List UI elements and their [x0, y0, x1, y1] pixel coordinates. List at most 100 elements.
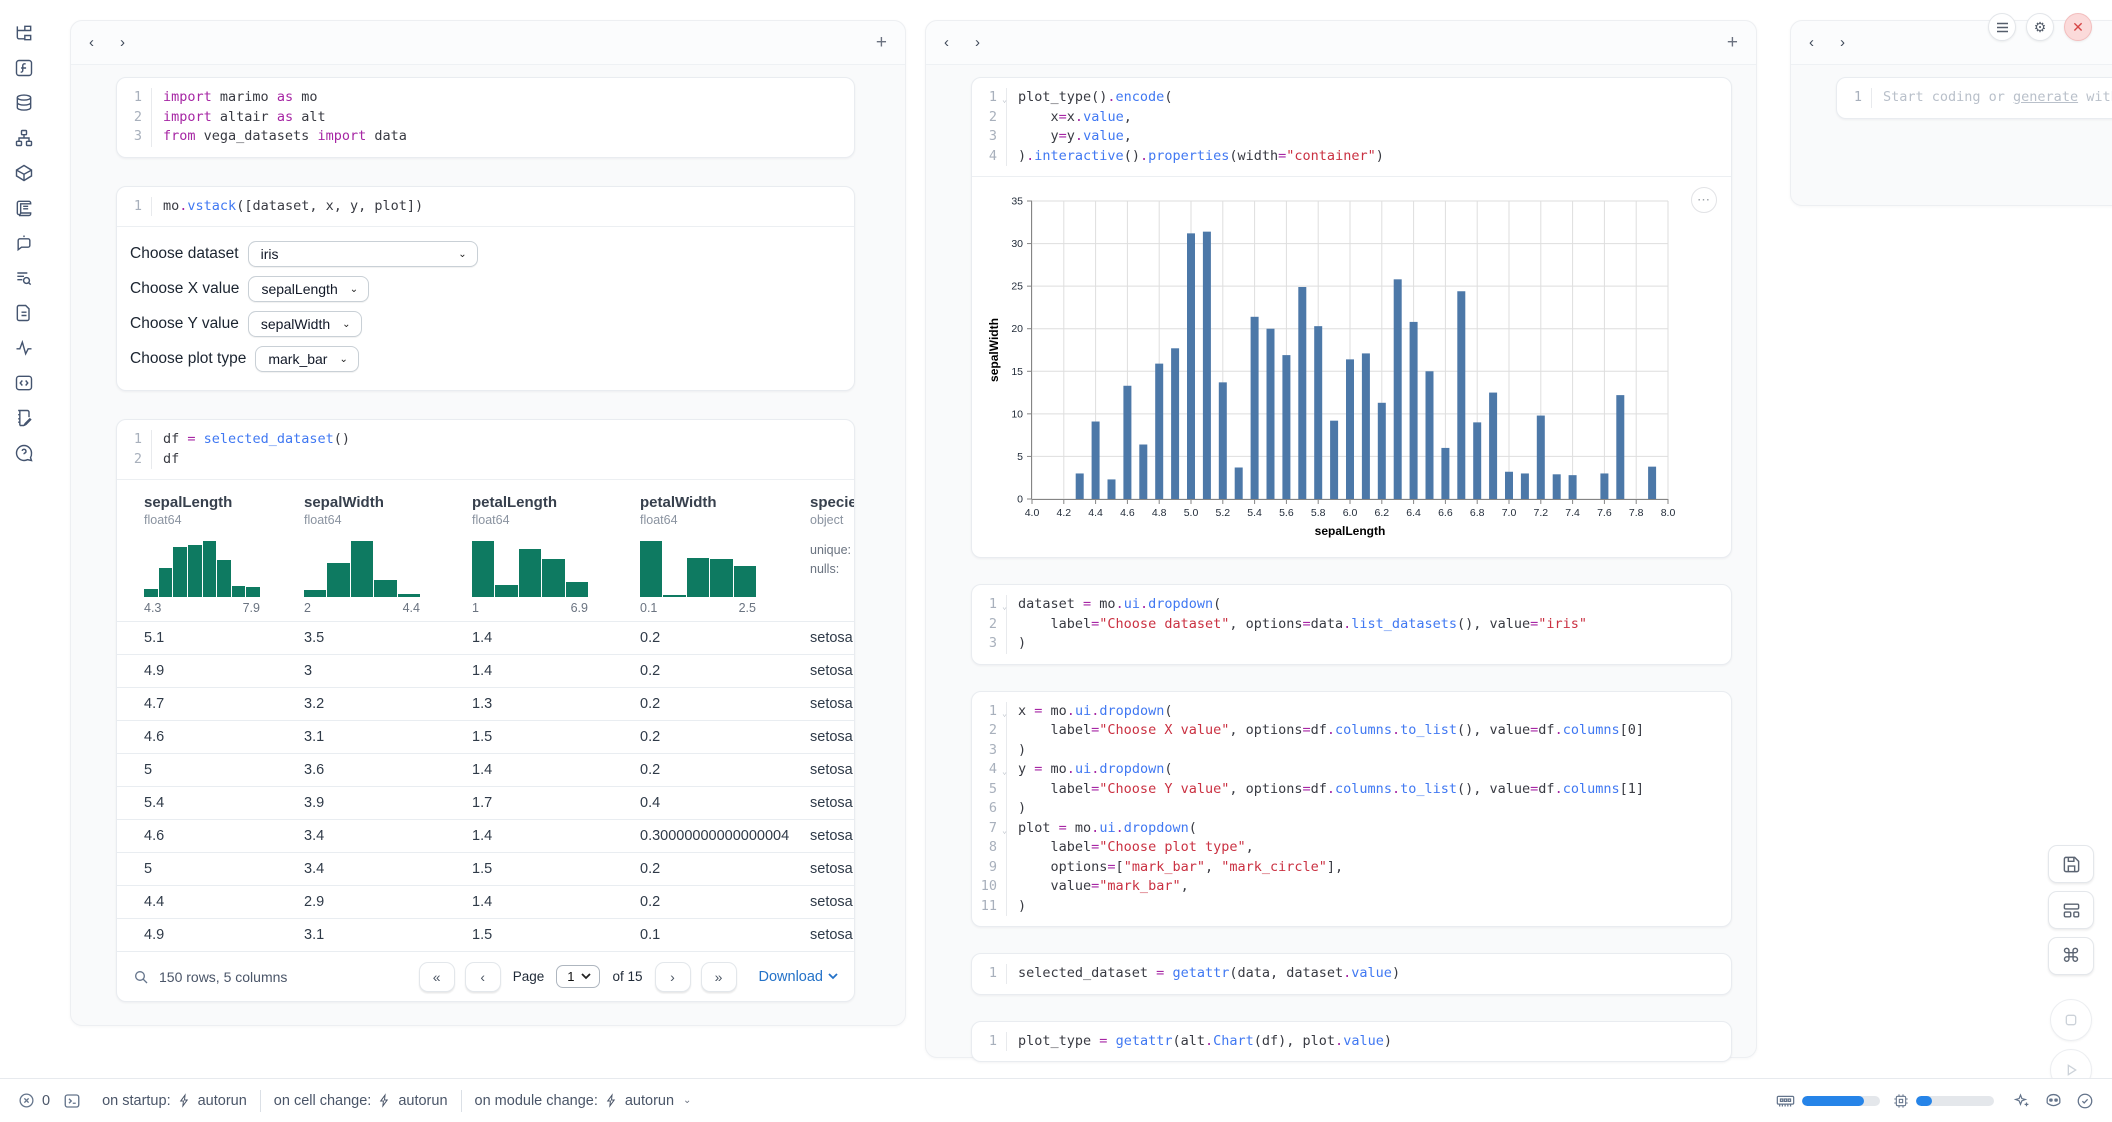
code-line[interactable]: 3) [972, 741, 1717, 761]
column-next-button[interactable]: › [1840, 35, 1845, 50]
code-line[interactable]: 8 label="Choose plot type", [972, 838, 1717, 858]
table-row[interactable]: 4.931.40.2setosa [117, 654, 854, 687]
logs-search-icon[interactable] [13, 267, 35, 289]
table-row[interactable]: 5.13.51.40.2setosa [117, 621, 854, 654]
column-header[interactable]: sepalLengthfloat644.37.9 [144, 494, 304, 615]
code-line[interactable]: 10 value="mark_bar", [972, 877, 1717, 897]
code-editor[interactable]: 1import marimo as mo2import altair as al… [117, 78, 854, 157]
code-editor[interactable]: 1selected_dataset = getattr(data, datase… [972, 954, 1731, 994]
dropdown-select[interactable]: mark_bar⌄ [255, 346, 359, 372]
table-row[interactable]: 53.41.50.2setosa [117, 852, 854, 885]
snippets-icon[interactable] [13, 372, 35, 394]
code-editor[interactable]: 1mo.vstack([dataset, x, y, plot]) [117, 187, 854, 227]
settings-button[interactable]: ⚙ [2026, 13, 2054, 41]
file-tree-icon[interactable] [13, 22, 35, 44]
code-editor[interactable]: 1⌄plot_type().encode(2 x=x.value,3 y=y.v… [972, 78, 1731, 176]
code-line[interactable]: 1import marimo as mo [117, 88, 840, 108]
code-editor[interactable]: 1⌄dataset = mo.ui.dropdown(2 label="Choo… [972, 585, 1731, 664]
cell-df[interactable]: 1df = selected_dataset()2df sepalLengthf… [116, 419, 855, 1002]
table-row[interactable]: 4.42.91.40.2setosa [117, 885, 854, 918]
chart-options-button[interactable]: ⋯ [1691, 187, 1717, 213]
table-row[interactable]: 4.93.11.50.1setosa [117, 918, 854, 951]
script-icon[interactable] [13, 197, 35, 219]
code-line[interactable]: 6) [972, 799, 1717, 819]
column-header[interactable]: sepalWidthfloat6424.4 [304, 494, 472, 615]
column-header[interactable]: speciesobjectunique:nulls: [810, 494, 854, 615]
memory-usage[interactable] [1776, 1094, 1880, 1108]
command-palette-button[interactable]: ⌘ [2048, 937, 2094, 975]
dependency-graph-icon[interactable] [13, 127, 35, 149]
cell-xy-plot-dropdowns[interactable]: 1⌄x = mo.ui.dropdown(2 label="Choose X v… [971, 691, 1732, 928]
function-square-icon[interactable] [13, 57, 35, 79]
cell-dataset-dropdown[interactable]: 1⌄dataset = mo.ui.dropdown(2 label="Choo… [971, 584, 1732, 665]
layout-button[interactable] [2048, 891, 2094, 929]
page-select[interactable]: 1 [556, 965, 600, 988]
code-line[interactable]: 11) [972, 897, 1717, 917]
code-line[interactable]: 2import altair as alt [117, 108, 840, 128]
copilot-button[interactable] [2044, 1091, 2063, 1110]
code-editor[interactable]: 1df = selected_dataset()2df [117, 420, 854, 479]
code-editor-placeholder[interactable]: 1Start coding or generate with [1837, 78, 2112, 118]
code-line[interactable]: 1⌄plot_type().encode( [972, 88, 1717, 108]
code-line[interactable]: 3from vega_datasets import data [117, 127, 840, 147]
next-page-button[interactable]: › [655, 962, 691, 992]
column-header[interactable]: petalLengthfloat6416.9 [472, 494, 640, 615]
column-header[interactable]: petalWidthfloat640.12.5 [640, 494, 810, 615]
activity-icon[interactable] [13, 337, 35, 359]
code-line[interactable]: 1df = selected_dataset() [117, 430, 840, 450]
code-editor[interactable]: 1plot_type = getattr(alt.Chart(df), plot… [972, 1022, 1731, 1062]
code-line[interactable]: 2 x=x.value, [972, 108, 1717, 128]
database-icon[interactable] [13, 92, 35, 114]
code-line[interactable]: 7⌄plot = mo.ui.dropdown( [972, 819, 1717, 839]
code-line[interactable]: 1plot_type = getattr(alt.Chart(df), plot… [972, 1032, 1717, 1052]
connection-status[interactable] [2076, 1092, 2094, 1110]
on-cell-change-setting[interactable]: on cell change: autorun [274, 1093, 448, 1109]
ai-assist-button[interactable] [2013, 1092, 2031, 1110]
cell-selected-dataset[interactable]: 1selected_dataset = getattr(data, datase… [971, 953, 1732, 995]
cell-plot[interactable]: 1⌄plot_type().encode(2 x=x.value,3 y=y.v… [971, 77, 1732, 558]
first-page-button[interactable]: « [419, 962, 455, 992]
on-module-change-setting[interactable]: on module change: autorun ⌄ [475, 1093, 692, 1109]
code-line[interactable]: 3) [972, 634, 1717, 654]
save-button[interactable] [2048, 845, 2094, 883]
code-line[interactable]: 1Start coding or generate with [1837, 88, 2112, 108]
package-icon[interactable] [13, 162, 35, 184]
code-line[interactable]: 1selected_dataset = getattr(data, datase… [972, 964, 1717, 984]
code-line[interactable]: 5 label="Choose Y value", options=df.col… [972, 780, 1717, 800]
column-histogram[interactable] [640, 541, 756, 597]
document-icon[interactable] [13, 302, 35, 324]
on-startup-setting[interactable]: on startup: autorun [102, 1093, 247, 1109]
dropdown-select[interactable]: iris⌄ [248, 241, 478, 267]
errors-indicator[interactable]: 0 [18, 1092, 50, 1109]
code-line[interactable]: 2 label="Choose dataset", options=data.l… [972, 615, 1717, 635]
download-button[interactable]: Download [759, 969, 839, 985]
last-page-button[interactable]: » [701, 962, 737, 992]
bar-chart[interactable]: 4.04.24.44.64.85.05.25.45.65.86.06.26.46… [986, 189, 1721, 543]
table-row[interactable]: 4.63.11.50.2setosa [117, 720, 854, 753]
cell-imports[interactable]: 1import marimo as mo2import altair as al… [116, 77, 855, 158]
column-prev-button[interactable]: ‹ [89, 35, 94, 50]
table-row[interactable]: 4.63.41.40.30000000000000004setosa [117, 819, 854, 852]
dropdown-select[interactable]: sepalLength⌄ [248, 276, 369, 302]
column-next-button[interactable]: › [975, 35, 980, 50]
code-line[interactable]: 4⌄y = mo.ui.dropdown( [972, 760, 1717, 780]
chatbot-icon[interactable] [13, 232, 35, 254]
scratchpad-icon[interactable] [13, 407, 35, 429]
add-cell-button[interactable]: + [1727, 33, 1738, 52]
code-line[interactable]: 3 y=y.value, [972, 127, 1717, 147]
code-line[interactable]: 4).interactive().properties(width="conta… [972, 147, 1717, 167]
code-line[interactable]: 2df [117, 450, 840, 470]
dropdown-select[interactable]: sepalWidth⌄ [248, 311, 362, 337]
column-next-button[interactable]: › [120, 35, 125, 50]
code-line[interactable]: 9 options=["mark_bar", "mark_circle"], [972, 858, 1717, 878]
prev-page-button[interactable]: ‹ [465, 962, 501, 992]
code-editor[interactable]: 1⌄x = mo.ui.dropdown(2 label="Choose X v… [972, 692, 1731, 927]
code-line[interactable]: 1⌄x = mo.ui.dropdown( [972, 702, 1717, 722]
cpu-usage[interactable] [1893, 1093, 1994, 1109]
table-row[interactable]: 5.43.91.70.4setosa [117, 786, 854, 819]
add-cell-button[interactable]: + [876, 33, 887, 52]
close-panel-button[interactable]: ✕ [2064, 13, 2092, 41]
code-line[interactable]: 1mo.vstack([dataset, x, y, plot]) [117, 197, 840, 217]
column-prev-button[interactable]: ‹ [944, 35, 949, 50]
help-icon[interactable] [13, 442, 35, 464]
